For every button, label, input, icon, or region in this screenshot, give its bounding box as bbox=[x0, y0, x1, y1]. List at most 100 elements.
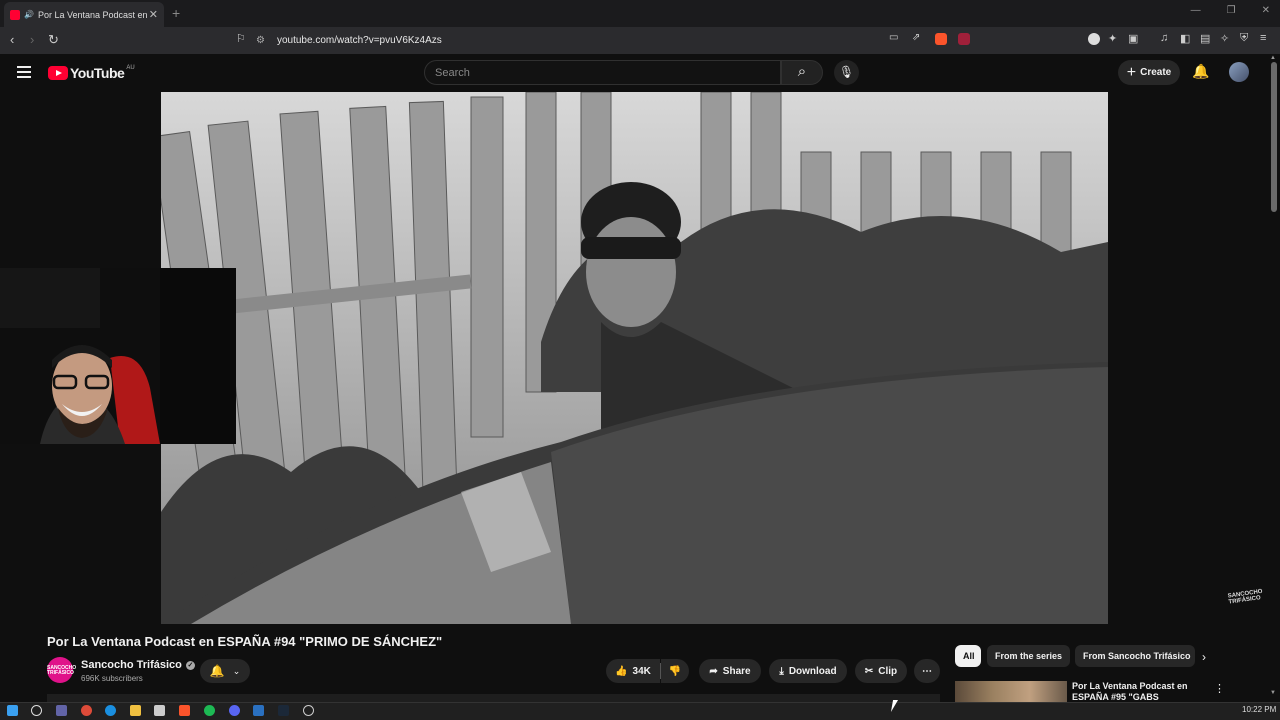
search-button[interactable]: ⌕ bbox=[781, 60, 823, 85]
tab-icon[interactable]: ▣ bbox=[1128, 32, 1138, 45]
window-controls: — ❐ ✕ bbox=[1191, 5, 1270, 16]
store-icon[interactable] bbox=[154, 705, 165, 716]
youtube-favicon-icon bbox=[10, 9, 20, 20]
subscription-notifications-button[interactable]: 🔔 ⌄ bbox=[200, 659, 250, 683]
restore-icon[interactable]: ❐ bbox=[1227, 5, 1236, 16]
channel-name-text: Sancocho Trifásico bbox=[81, 659, 182, 671]
obs-icon[interactable] bbox=[303, 705, 314, 716]
browser-tab[interactable]: 🔊 Por La Ventana Podcast en ES ✕ bbox=[4, 2, 164, 27]
new-tab-button[interactable]: + bbox=[172, 5, 180, 21]
spotify-icon[interactable] bbox=[204, 705, 215, 716]
video-player[interactable] bbox=[161, 92, 1108, 624]
youtube-play-icon bbox=[48, 66, 68, 80]
chip-all[interactable]: All bbox=[955, 645, 981, 667]
extension-s-icon[interactable] bbox=[1088, 33, 1100, 45]
youtube-wordmark: YouTube bbox=[70, 65, 125, 81]
steam-icon[interactable] bbox=[278, 705, 289, 716]
up-next-thumbnail[interactable] bbox=[955, 681, 1067, 702]
download-button[interactable]: ⤓ Download bbox=[769, 659, 847, 683]
taskbar-search-icon[interactable] bbox=[31, 705, 42, 716]
up-next-title[interactable]: Por La Ventana Podcast en ESPAÑA #95 "GA… bbox=[1072, 681, 1204, 702]
video-watermark: SANCOCHO TRIFÁSICO bbox=[1227, 588, 1263, 606]
edge-icon[interactable] bbox=[105, 705, 116, 716]
windows-taskbar bbox=[0, 702, 1280, 720]
brave-rewards-icon[interactable] bbox=[958, 33, 970, 45]
chevron-right-icon[interactable]: › bbox=[1202, 650, 1206, 664]
leo-ai-icon[interactable]: ✧ bbox=[1220, 32, 1229, 45]
create-button[interactable]: + Create bbox=[1118, 60, 1180, 85]
dislike-icon: 👎 bbox=[668, 665, 682, 677]
youtube-logo[interactable]: YouTube AU bbox=[48, 65, 135, 81]
vpn-shield-icon[interactable]: ⛨ bbox=[1240, 32, 1248, 45]
subscriber-count: 696K subscribers bbox=[81, 674, 143, 683]
like-icon: 👍 bbox=[615, 665, 628, 677]
chip-from-the-series[interactable]: From the series bbox=[987, 645, 1071, 667]
share-button[interactable]: ➦ Share bbox=[699, 659, 761, 683]
cast-icon[interactable]: ▭ bbox=[889, 32, 898, 43]
mic-icon: 🎙 bbox=[838, 65, 855, 79]
share-icon: ➦ bbox=[709, 665, 718, 677]
bookmark-icon[interactable]: ⚐ bbox=[236, 32, 246, 45]
site-info-icon[interactable]: ⚙ bbox=[256, 35, 265, 46]
brave-icon[interactable] bbox=[179, 705, 190, 716]
scroll-down-icon[interactable]: ▼ bbox=[1270, 690, 1276, 696]
windows-start-icon[interactable] bbox=[7, 705, 18, 716]
sidebar-icon[interactable]: ◧ bbox=[1180, 32, 1190, 45]
search-icon: ⌕ bbox=[797, 63, 807, 80]
back-icon[interactable]: ‹ bbox=[10, 32, 14, 47]
menu-icon[interactable] bbox=[17, 66, 31, 81]
file-explorer-icon[interactable] bbox=[130, 705, 141, 716]
browser-tab-bar bbox=[0, 0, 1280, 27]
wallet-icon[interactable]: ▤ bbox=[1200, 32, 1210, 45]
like-button[interactable]: 👍 34K bbox=[606, 659, 660, 683]
taskbar-clock[interactable]: 10:22 PM bbox=[1242, 705, 1276, 714]
plus-icon: + bbox=[1126, 63, 1137, 81]
url-text: youtube.com/watch?v=pvuV6Kz4Azs bbox=[276, 35, 442, 46]
search-input[interactable]: Search bbox=[424, 60, 781, 85]
chevron-down-icon: ⌄ bbox=[232, 665, 241, 676]
address-bar[interactable]: ⚙ youtube.com/watch?v=pvuV6Kz4Azs bbox=[256, 31, 976, 50]
download-label: Download bbox=[788, 665, 837, 677]
region-code: AU bbox=[126, 65, 135, 71]
reload-icon[interactable]: ↻ bbox=[48, 32, 59, 48]
dislike-button[interactable]: 👎 bbox=[661, 659, 689, 683]
bell-icon: 🔔 bbox=[209, 664, 225, 678]
discord-icon[interactable] bbox=[229, 705, 240, 716]
channel-avatar-text: SANCOCHO TRIFÁSICO bbox=[47, 665, 77, 676]
chrome-icon[interactable] bbox=[81, 705, 92, 716]
up-next-more-icon[interactable]: ⋮ bbox=[1214, 682, 1225, 695]
clip-button[interactable]: ✂ Clip bbox=[855, 659, 907, 683]
channel-name[interactable]: Sancocho Trifásico ✓ bbox=[81, 659, 195, 671]
voice-search-button[interactable]: 🎙 bbox=[834, 60, 859, 85]
download-icon: ⤓ bbox=[779, 665, 784, 677]
teams-icon[interactable] bbox=[56, 705, 67, 716]
scroll-up-icon[interactable]: ▲ bbox=[1270, 55, 1276, 61]
webcam-overlay bbox=[0, 268, 236, 444]
extensions-puzzle-icon[interactable]: ✦ bbox=[1108, 32, 1117, 45]
verified-icon: ✓ bbox=[185, 660, 195, 670]
share-page-icon[interactable]: ⇗ bbox=[912, 32, 920, 43]
more-icon: ⋯ bbox=[922, 665, 932, 677]
video-title: Por La Ventana Podcast en ESPAÑA #94 "PR… bbox=[47, 634, 443, 649]
app-icon[interactable] bbox=[253, 705, 264, 716]
notifications-bell-icon[interactable]: 🔔 bbox=[1192, 63, 1209, 80]
audio-playing-icon[interactable]: 🔊 bbox=[24, 10, 34, 19]
minimize-icon[interactable]: — bbox=[1191, 5, 1201, 16]
brave-shields-icon[interactable] bbox=[935, 33, 947, 45]
more-actions-button[interactable]: ⋯ bbox=[914, 659, 940, 683]
tab-close-icon[interactable]: ✕ bbox=[149, 8, 158, 21]
page-scrollbar[interactable] bbox=[1271, 62, 1277, 212]
clip-icon: ✂ bbox=[864, 665, 874, 677]
webcam-frame bbox=[0, 268, 236, 444]
chip-from-channel[interactable]: From Sancocho Trifásico bbox=[1075, 645, 1195, 667]
clip-label: Clip bbox=[878, 665, 898, 677]
description-box[interactable] bbox=[47, 694, 940, 702]
forward-icon[interactable]: › bbox=[30, 32, 34, 47]
window-close-icon[interactable]: ✕ bbox=[1262, 5, 1270, 16]
music-icon[interactable]: ♫ bbox=[1160, 32, 1168, 44]
video-frame bbox=[161, 92, 1108, 624]
like-count: 34K bbox=[632, 665, 651, 677]
browser-menu-icon[interactable]: ≡ bbox=[1260, 32, 1266, 44]
channel-avatar[interactable]: SANCOCHO TRIFÁSICO bbox=[47, 657, 77, 683]
account-avatar[interactable] bbox=[1229, 62, 1249, 82]
